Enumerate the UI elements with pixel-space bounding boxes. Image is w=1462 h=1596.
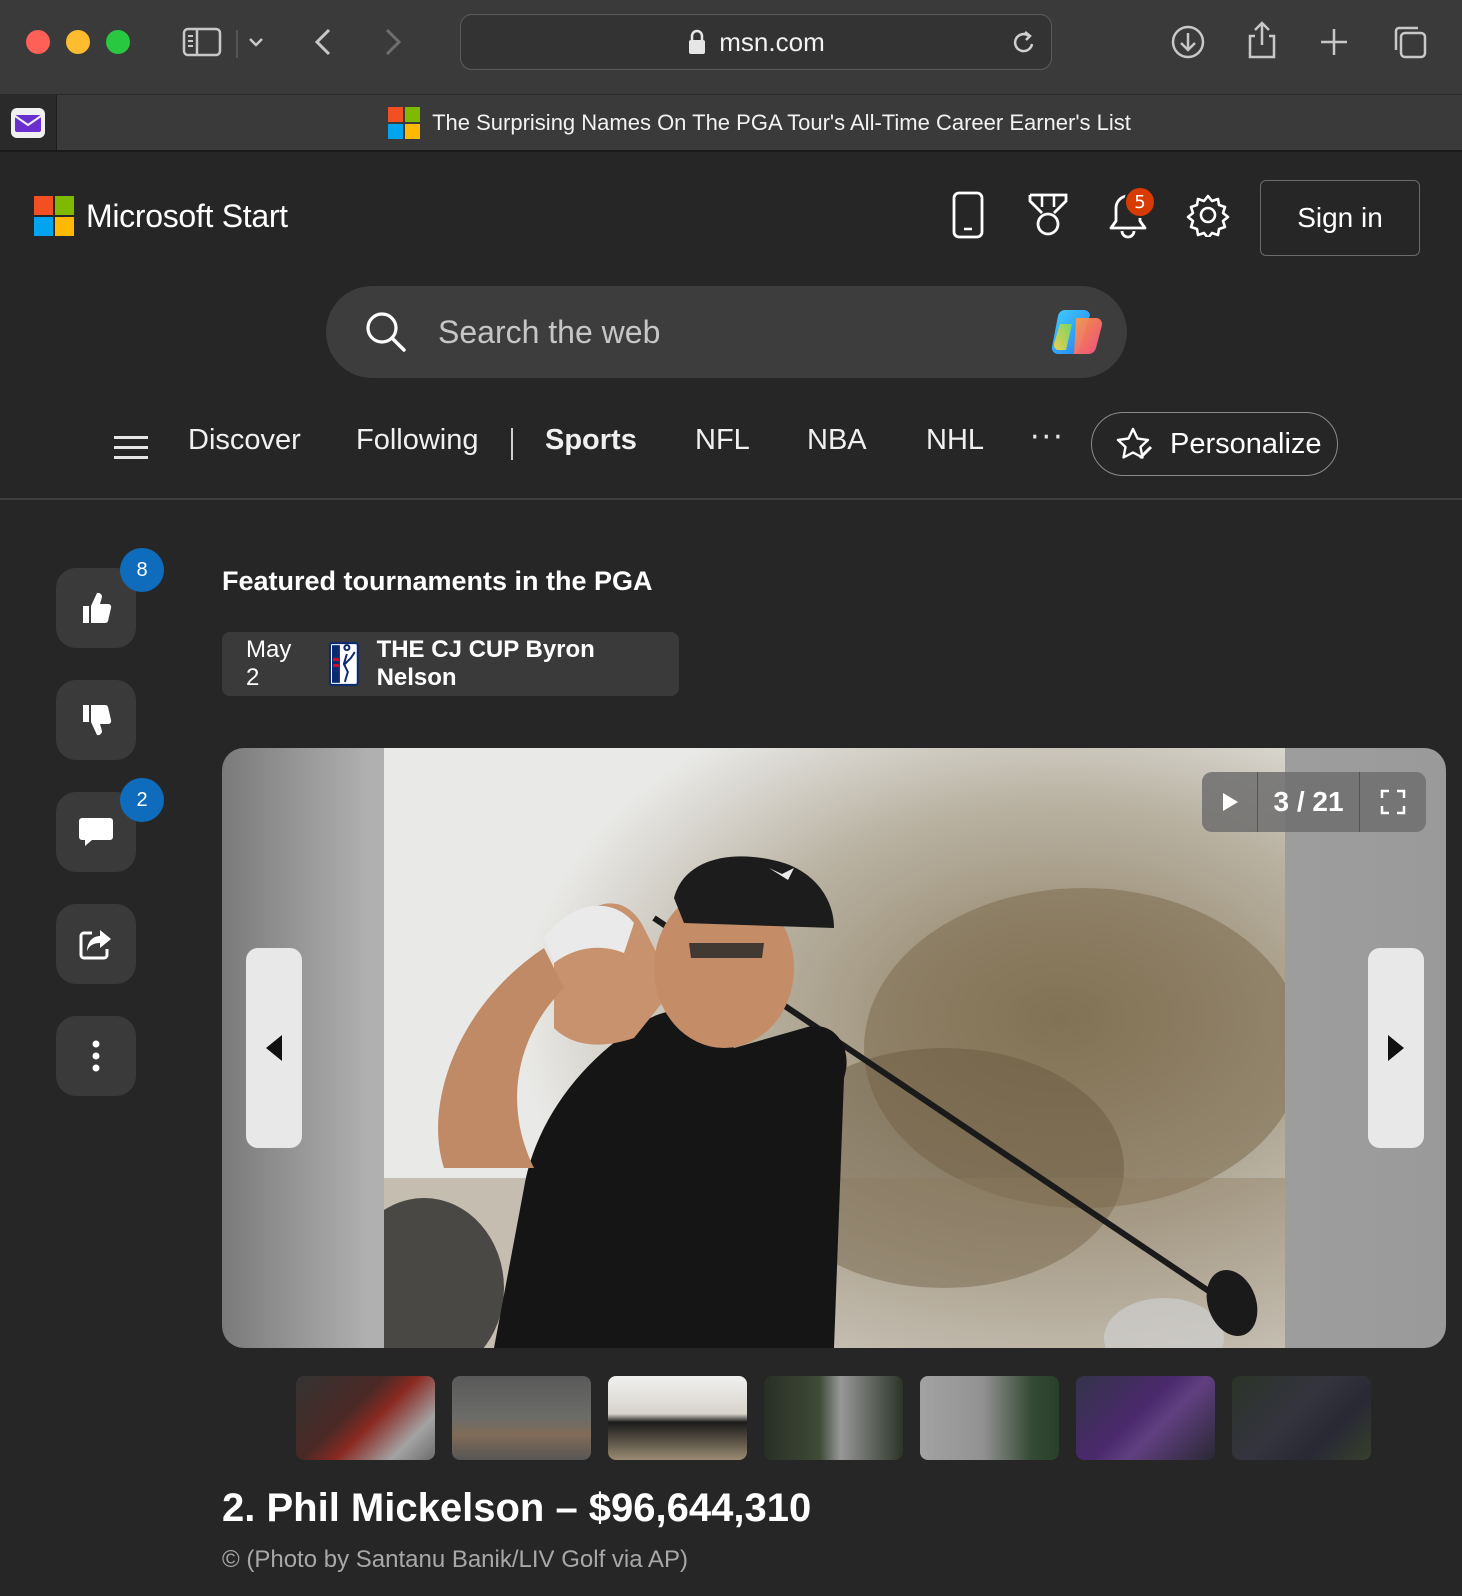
toolbar-divider xyxy=(236,30,238,58)
thumbnail[interactable] xyxy=(452,1376,591,1460)
new-tab-icon[interactable] xyxy=(1316,24,1352,60)
previous-slide-button[interactable] xyxy=(246,948,302,1148)
forward-icon[interactable] xyxy=(378,24,408,60)
microsoft-logo-icon xyxy=(34,196,74,236)
settings-gear-icon[interactable] xyxy=(1184,190,1232,240)
featured-tournaments-heading: Featured tournaments in the PGA xyxy=(222,566,653,596)
active-tab[interactable]: The Surprising Names On The PGA Tour's A… xyxy=(57,95,1462,151)
address-bar[interactable]: msn.com xyxy=(460,14,1052,70)
thumbnail[interactable] xyxy=(608,1376,747,1460)
browser-toolbar: msn.com xyxy=(0,0,1462,88)
close-window-button[interactable] xyxy=(26,30,50,54)
chrome-divider xyxy=(0,150,1462,152)
next-slide-button[interactable] xyxy=(1368,948,1424,1148)
sign-in-button[interactable]: Sign in xyxy=(1260,180,1420,256)
dislike-button[interactable] xyxy=(56,680,136,760)
nav-sports[interactable]: Sports xyxy=(545,424,637,457)
caret-right-icon xyxy=(1388,1035,1404,1061)
tab-bar: The Surprising Names On The PGA Tour's A… xyxy=(0,94,1462,151)
zoom-window-button[interactable] xyxy=(106,30,130,54)
slide-counter: 3 / 21 xyxy=(1258,772,1360,832)
share-arrow-icon xyxy=(79,930,111,960)
personalize-label: Personalize xyxy=(1170,427,1322,460)
golfer-photo-illustration xyxy=(384,748,1285,1348)
mobile-app-icon[interactable] xyxy=(944,190,992,240)
more-options-button[interactable] xyxy=(56,1016,136,1096)
header-divider xyxy=(0,498,1462,500)
autoplay-button[interactable] xyxy=(1202,772,1258,832)
more-vertical-icon xyxy=(92,1040,100,1072)
tab-title: The Surprising Names On The PGA Tour's A… xyxy=(432,110,1131,135)
url-text: msn.com xyxy=(719,26,825,57)
thumbnail[interactable] xyxy=(1076,1376,1215,1460)
download-icon[interactable] xyxy=(1168,22,1208,62)
nav-more-button[interactable]: ··· xyxy=(1030,420,1065,455)
browser-chrome: msn.com The Surprising Names On The PGA … xyxy=(0,0,1462,151)
play-icon xyxy=(1222,793,1238,811)
rewards-medal-icon[interactable] xyxy=(1024,190,1072,240)
fullscreen-button[interactable] xyxy=(1360,772,1426,832)
pga-tour-logo-icon xyxy=(328,642,359,686)
tournament-chip[interactable]: May 2 THE CJ CUP Byron Nelson xyxy=(222,632,679,696)
category-nav: Discover Following Sports NFL NBA NHL ··… xyxy=(0,410,1462,490)
tab-overview-icon[interactable] xyxy=(1390,22,1430,62)
share-icon[interactable] xyxy=(1242,18,1282,62)
lock-icon xyxy=(689,29,706,54)
brand-name: Microsoft Start xyxy=(86,197,288,234)
nav-nfl[interactable]: NFL xyxy=(695,424,750,457)
thumbnail[interactable] xyxy=(1232,1376,1371,1460)
back-icon[interactable] xyxy=(308,24,338,60)
tournament-date: May 2 xyxy=(246,636,292,691)
slide-photo xyxy=(384,748,1285,1348)
tournament-name: THE CJ CUP Byron Nelson xyxy=(376,636,595,691)
microsoft-logo-icon xyxy=(388,107,421,139)
search-icon xyxy=(366,312,406,352)
comment-bubble-icon xyxy=(79,818,113,846)
personalize-button[interactable]: Personalize xyxy=(1091,412,1338,476)
thumbnail[interactable] xyxy=(920,1376,1059,1460)
nav-separator xyxy=(511,428,513,460)
star-edit-icon xyxy=(1116,427,1153,460)
share-button[interactable] xyxy=(56,904,136,984)
search-input[interactable]: Search the web xyxy=(438,314,660,351)
thumbs-down-icon xyxy=(83,704,112,736)
nav-discover[interactable]: Discover xyxy=(188,424,301,457)
nav-nhl[interactable]: NHL xyxy=(926,424,984,457)
thumbnail[interactable] xyxy=(296,1376,435,1460)
brand-logo[interactable]: Microsoft Start xyxy=(34,196,288,236)
fullscreen-icon xyxy=(1380,789,1406,815)
slideshow-controls: 3 / 21 xyxy=(1202,772,1426,832)
chevron-down-icon[interactable] xyxy=(244,30,268,54)
nav-nba[interactable]: NBA xyxy=(807,424,867,457)
photo-slideshow: 3 / 21 xyxy=(222,748,1446,1348)
caret-left-icon xyxy=(266,1035,282,1061)
like-count-badge: 8 xyxy=(120,548,164,592)
comment-count-badge: 2 xyxy=(120,778,164,822)
thumbs-up-icon xyxy=(83,592,112,624)
slide-title: 2. Phil Mickelson – $96,644,310 xyxy=(222,1486,812,1530)
pinned-tab-mail[interactable] xyxy=(0,95,57,151)
minimize-window-button[interactable] xyxy=(66,30,90,54)
nav-following[interactable]: Following xyxy=(356,424,479,457)
mail-icon xyxy=(11,108,45,138)
sidebar-toggle-icon[interactable] xyxy=(180,24,224,60)
thumbnail-strip xyxy=(296,1376,1371,1460)
notification-count-badge: 5 xyxy=(1124,186,1156,218)
search-bar[interactable]: Search the web xyxy=(326,286,1127,378)
photo-credit: © (Photo by Santanu Banik/LIV Golf via A… xyxy=(222,1546,688,1573)
thumbnail[interactable] xyxy=(764,1376,903,1460)
copilot-icon[interactable] xyxy=(1046,304,1108,360)
reload-icon[interactable] xyxy=(1011,29,1037,57)
menu-hamburger-icon[interactable] xyxy=(114,436,148,460)
